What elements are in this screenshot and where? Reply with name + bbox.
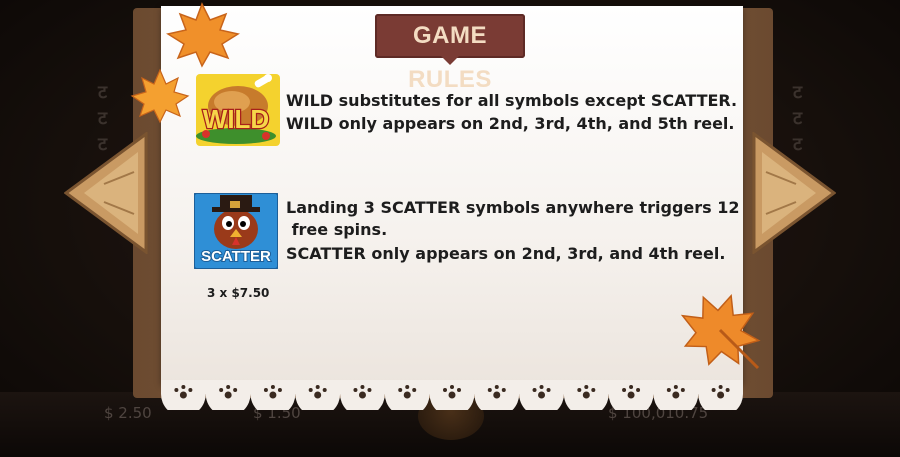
- wild-rule-line-1: WILD substitutes for all symbols except …: [286, 91, 738, 110]
- maple-leaf-icon: [130, 68, 190, 124]
- next-page-button[interactable]: [752, 132, 836, 254]
- lace-edge: [161, 380, 743, 410]
- page-title: GAME RULES: [408, 22, 492, 93]
- scatter-rule-line-1: Landing 3 SCATTER symbols anywhere trigg…: [286, 198, 740, 217]
- maple-leaf-icon: [166, 2, 240, 68]
- scatter-rule-line-2: free spins.: [286, 220, 388, 239]
- previous-page-button[interactable]: [64, 132, 148, 254]
- wild-rule-line-2: WILD only appears on 2nd, 3rd, 4th, and …: [286, 114, 735, 133]
- svg-text:WILD: WILD: [203, 104, 269, 134]
- pilgrim-turkey-scatter-icon: SCATTER: [193, 192, 279, 270]
- scatter-payout: 3 x $7.50: [207, 286, 270, 300]
- maple-leaf-icon: [680, 294, 761, 370]
- scatter-rule-line-3: SCATTER only appears on 2nd, 3rd, and 4t…: [286, 244, 726, 263]
- svg-text:SCATTER: SCATTER: [201, 248, 271, 265]
- roast-turkey-wild-icon: WILD: [188, 72, 284, 150]
- background-balance: $ 2.50: [104, 404, 152, 422]
